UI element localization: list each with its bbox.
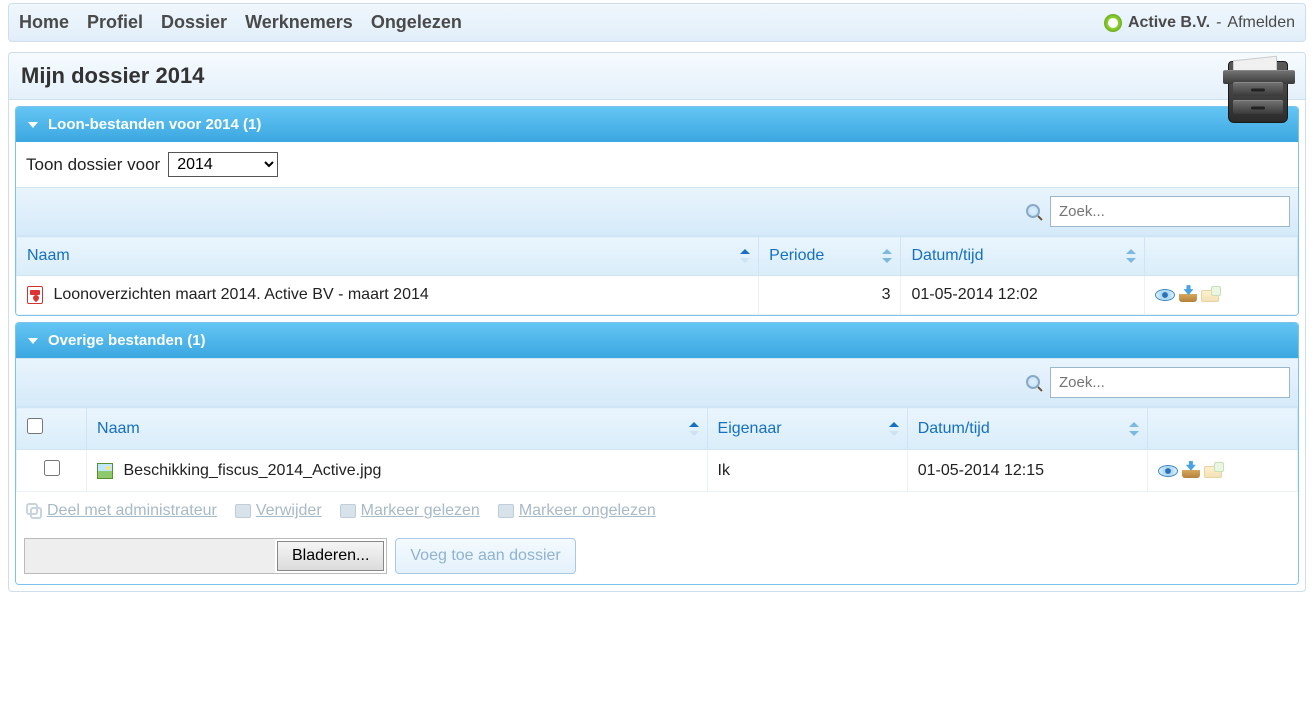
section-header-loon[interactable]: Loon-bestanden voor 2014 (1) (16, 107, 1298, 142)
col-header-owner[interactable]: Eigenaar (707, 408, 907, 450)
section-loon-bestanden: Loon-bestanden voor 2014 (1) Toon dossie… (15, 106, 1299, 316)
view-icon[interactable] (1158, 465, 1178, 477)
col-header-date[interactable]: Datum/tijd (901, 237, 1145, 276)
delete-link[interactable]: Verwijder (235, 502, 322, 520)
cell-owner: Ik (707, 450, 907, 492)
filter-label: Toon dossier voor (26, 155, 160, 175)
row-checkbox[interactable] (44, 460, 60, 476)
file-cabinet-icon (1223, 61, 1293, 131)
page-title: Mijn dossier 2014 (21, 63, 1293, 89)
file-chooser[interactable]: Bladeren... (24, 538, 387, 574)
nav-dossier[interactable]: Dossier (161, 12, 227, 33)
download-icon[interactable] (1179, 288, 1197, 302)
search-icon (1026, 204, 1042, 220)
page-panel: Mijn dossier 2014 Loon-bestanden voor 20… (8, 52, 1306, 592)
nav-ongelezen[interactable]: Ongelezen (371, 12, 462, 33)
bulk-action-toolbar: Deel met administrateur Verwijder Markee… (16, 492, 1298, 530)
logout-link[interactable]: Afmelden (1227, 14, 1295, 32)
cell-actions (1147, 450, 1297, 492)
caret-down-icon (28, 338, 38, 344)
overige-table: Naam Eigenaar Datum/tijd (16, 407, 1298, 492)
add-to-dossier-button[interactable]: Voeg toe aan dossier (395, 538, 575, 574)
loon-table: Naam Periode Datum/tijd (16, 236, 1298, 315)
trash-icon (235, 504, 251, 518)
mail-read-icon (340, 504, 356, 518)
cell-name: Beschikking_fiscus_2014_Active.jpg (87, 450, 707, 492)
browse-button[interactable]: Bladeren... (277, 541, 384, 571)
mark-read-link[interactable]: Markeer gelezen (340, 502, 480, 520)
page-title-bar: Mijn dossier 2014 (9, 53, 1305, 100)
image-icon (97, 463, 113, 479)
mail-unread-icon (498, 504, 514, 518)
year-select[interactable]: 2014 (168, 152, 278, 177)
nav-profiel[interactable]: Profiel (87, 12, 143, 33)
cell-date: 01-05-2014 12:15 (907, 450, 1147, 492)
section-overige-bestanden: Overige bestanden (1) Naam (15, 322, 1299, 585)
section-title: Overige bestanden (1) (48, 332, 206, 349)
col-header-period[interactable]: Periode (759, 237, 901, 276)
mark-unread-link[interactable]: Markeer ongelezen (498, 502, 656, 520)
cell-date: 01-05-2014 12:02 (901, 276, 1145, 315)
col-header-name[interactable]: Naam (17, 237, 759, 276)
col-header-checkbox[interactable] (17, 408, 87, 450)
cell-name: Loonoverzichten maart 2014. Active BV - … (17, 276, 759, 315)
col-header-name[interactable]: Naam (87, 408, 707, 450)
select-all-checkbox[interactable] (27, 418, 43, 434)
search-icon (1026, 375, 1042, 391)
search-bar-2 (16, 358, 1298, 407)
open-folder-icon[interactable] (1204, 464, 1222, 478)
search-input-1[interactable] (1050, 196, 1290, 227)
table-row[interactable]: Loonoverzichten maart 2014. Active BV - … (17, 276, 1298, 315)
search-input-2[interactable] (1050, 367, 1290, 398)
open-folder-icon[interactable] (1201, 288, 1219, 302)
company-name: Active B.V. (1128, 14, 1210, 32)
section-title: Loon-bestanden voor 2014 (1) (48, 116, 261, 133)
section-header-overige[interactable]: Overige bestanden (1) (16, 323, 1298, 358)
cell-checkbox (17, 450, 87, 492)
col-header-actions (1145, 237, 1298, 276)
main-menu: Home Profiel Dossier Werknemers Ongeleze… (19, 12, 462, 33)
link-icon (26, 503, 42, 519)
search-bar-1 (16, 187, 1298, 236)
nav-werknemers[interactable]: Werknemers (245, 12, 353, 33)
pdf-icon (27, 286, 43, 304)
filter-bar: Toon dossier voor 2014 (16, 142, 1298, 187)
cell-period: 3 (759, 276, 901, 315)
table-row[interactable]: Beschikking_fiscus_2014_Active.jpg Ik 01… (17, 450, 1298, 492)
col-header-actions (1147, 408, 1297, 450)
upload-bar: Bladeren... Voeg toe aan dossier (16, 530, 1298, 584)
caret-down-icon (28, 122, 38, 128)
account-area: Active B.V. - Afmelden (1104, 14, 1295, 32)
file-path-track (25, 539, 275, 573)
top-nav: Home Profiel Dossier Werknemers Ongeleze… (8, 3, 1306, 42)
nav-home[interactable]: Home (19, 12, 69, 33)
view-icon[interactable] (1155, 289, 1175, 301)
gear-icon (1104, 14, 1122, 32)
col-header-date[interactable]: Datum/tijd (907, 408, 1147, 450)
cell-actions (1145, 276, 1298, 315)
share-admin-link[interactable]: Deel met administrateur (26, 502, 217, 520)
download-icon[interactable] (1182, 464, 1200, 478)
